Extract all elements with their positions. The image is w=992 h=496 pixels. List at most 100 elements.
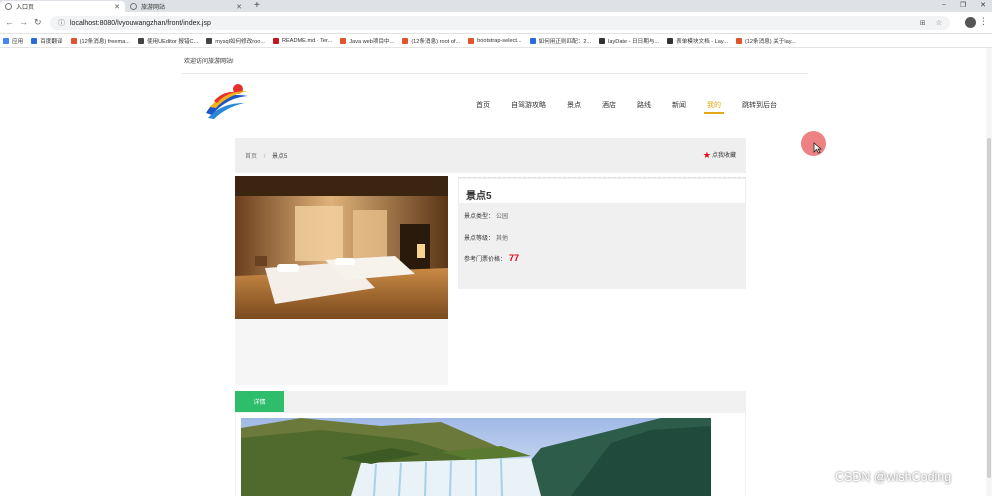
close-icon[interactable]: ✕ — [236, 3, 242, 11]
level-value: 其他 — [496, 236, 509, 242]
bookmark-item[interactable]: (12条消息) root of... — [402, 37, 460, 45]
browser-tab-active[interactable]: 入口页 ✕ — [0, 1, 125, 12]
bookmark-label: 百度翻译 — [40, 38, 63, 45]
bookmark-label: Java web项目中... — [349, 38, 395, 45]
translate-icon[interactable]: ⊞ — [920, 19, 926, 27]
url-text: localhost:8080/lvyouwangzhan/front/index… — [70, 19, 211, 27]
bookmark-favicon-icon — [70, 37, 77, 44]
nav-item[interactable]: 首页 — [476, 100, 490, 110]
nav-item[interactable]: 景点 — [567, 100, 581, 110]
nav-item[interactable]: 酒店 — [602, 100, 616, 110]
favorite-label: 点我收藏 — [711, 153, 736, 159]
bookmark-favicon-icon — [667, 37, 674, 44]
bookmark-item[interactable]: layDate - 日日期与... — [599, 37, 659, 45]
attraction-price-row: 参考门票价格： 77 — [464, 253, 519, 263]
minimize-button[interactable]: − — [942, 0, 946, 11]
breadcrumb-current: 景点5 — [272, 154, 288, 160]
bookmark-item[interactable]: 表单模块文档 - Lay... — [667, 37, 728, 45]
bookmark-favicon-icon — [272, 37, 279, 44]
watermark: CSDN @wishCoding — [835, 470, 952, 484]
breadcrumb-home-link[interactable]: 首页 — [245, 154, 257, 160]
breadcrumb-separator: / — [263, 154, 266, 160]
tab-detail[interactable]: 详情 — [235, 391, 284, 412]
nav-item[interactable]: 路线 — [637, 100, 651, 110]
bookmark-item[interactable]: 使用UEditor 报错C... — [137, 37, 199, 45]
bookmark-item[interactable]: 百度翻译 — [31, 37, 63, 45]
new-tab-button[interactable]: + — [254, 0, 260, 12]
welcome-text: 欢迎访问旅游网站! — [184, 59, 234, 65]
breadcrumb-bar: 首页 / 景点5 ★ 点我收藏 — [235, 138, 746, 173]
bookmark-star-icon[interactable]: ☆ — [936, 19, 942, 27]
level-label: 景点等级： — [464, 236, 495, 242]
bookmark-label: 表单模块文档 - Lay... — [676, 38, 728, 45]
bookmark-item[interactable]: 如何用正则匹配：2... — [529, 37, 592, 45]
bookmark-item[interactable]: 应用 — [3, 37, 23, 45]
breadcrumb: 首页 / 景点5 — [245, 151, 287, 160]
bookmark-label: mysql如何修改roo... — [215, 38, 265, 45]
maximize-button[interactable]: ❐ — [960, 0, 966, 11]
bookmark-favicon-icon — [31, 37, 38, 44]
bookmark-label: 应用 — [12, 38, 24, 45]
more-menu-icon[interactable]: ⋮ — [979, 16, 988, 27]
address-bar: ← → ↻ ⓘ localhost:8080/lvyouwangzhan/fro… — [0, 12, 992, 34]
bookmark-item[interactable]: mysql如何修改roo... — [206, 37, 265, 45]
type-label: 景点类型： — [464, 214, 495, 220]
reload-icon[interactable]: ↻ — [34, 17, 42, 28]
nav-item[interactable]: 自驾游攻略 — [511, 100, 546, 110]
header-divider — [182, 73, 808, 74]
tab-title: 旅游网站 — [141, 5, 166, 11]
detail-image — [241, 418, 711, 496]
close-icon[interactable]: ✕ — [114, 3, 120, 11]
detail-tab-bar: 详情 — [235, 391, 746, 412]
bookmark-label: (12条消息) root of... — [411, 38, 461, 45]
scrollbar-thumb[interactable] — [987, 138, 991, 478]
star-icon: ★ — [702, 149, 711, 160]
price-label: 参考门票价格： — [464, 257, 507, 263]
bookmark-favicon-icon — [529, 37, 536, 44]
price-value: 77 — [509, 253, 520, 263]
back-arrow-icon[interactable]: ← — [5, 17, 14, 27]
url-field[interactable]: ⓘ localhost:8080/lvyouwangzhan/front/ind… — [50, 16, 950, 30]
bookmark-label: 使用UEditor 报错C... — [146, 38, 199, 45]
page-scrollbar[interactable] — [986, 48, 992, 496]
bookmark-item[interactable]: bootstrap-select... — [468, 37, 522, 44]
bookmark-item[interactable]: Java web项目中... — [340, 37, 394, 45]
attraction-type-row: 景点类型： 公园 — [464, 211, 508, 220]
bookmark-label: 如何用正则匹配：2... — [538, 38, 592, 45]
globe-icon — [130, 3, 137, 10]
bookmark-favicon-icon — [206, 37, 213, 44]
attraction-title-box: 景点5 — [458, 178, 746, 204]
bookmark-label: (12条消息) freema... — [79, 38, 130, 45]
bookmark-item[interactable]: (12条消息) 关于lay... — [735, 37, 796, 45]
mouse-pointer-icon — [813, 142, 822, 154]
favorite-button[interactable]: ★ 点我收藏 — [703, 150, 736, 159]
bookmark-favicon-icon — [468, 37, 475, 44]
bookmarks-bar: 应用 百度翻译 (12条消息) freema... 使用UEditor 报错C... m… — [0, 34, 992, 48]
attraction-level-row: 景点等级： 其他 — [464, 233, 508, 242]
tab-title: 入口页 — [16, 5, 35, 11]
bookmark-favicon-icon — [599, 37, 606, 44]
profile-avatar-icon[interactable] — [965, 17, 976, 28]
bookmark-item[interactable]: (12条消息) freema... — [70, 37, 130, 45]
bookmark-favicon-icon — [340, 37, 347, 44]
attraction-photo[interactable] — [235, 176, 448, 319]
bookmark-item[interactable]: README.md · Ter... — [272, 37, 332, 44]
nav-item[interactable]: 我的 — [704, 100, 724, 114]
bookmark-label: layDate - 日日期与... — [608, 38, 660, 45]
type-value: 公园 — [496, 214, 509, 220]
browser-tab-inactive[interactable]: 旅游网站 ✕ — [125, 1, 247, 12]
bookmark-favicon-icon — [137, 37, 144, 44]
nav-item[interactable]: 跳转到后台 — [742, 100, 777, 110]
attraction-title: 景点5 — [466, 191, 492, 202]
nav-item[interactable]: 新闻 — [672, 100, 686, 110]
info-icon[interactable]: ⓘ — [58, 18, 65, 28]
site-logo[interactable] — [204, 82, 250, 120]
main-nav: 首页 自驾游攻略 景点 酒店 路线 新闻 我的 跳转到后台 — [476, 100, 798, 114]
apps-grid-icon — [3, 37, 9, 44]
attraction-info-panel: 景点5 景点类型： 公园 景点等级： 其他 参考门票价格： 77 — [458, 177, 746, 289]
globe-icon — [5, 3, 12, 10]
bookmark-favicon-icon — [735, 37, 742, 44]
window-close-button[interactable]: ✕ — [980, 0, 986, 11]
bookmark-favicon-icon — [402, 37, 409, 44]
forward-arrow-icon[interactable]: → — [19, 17, 28, 27]
